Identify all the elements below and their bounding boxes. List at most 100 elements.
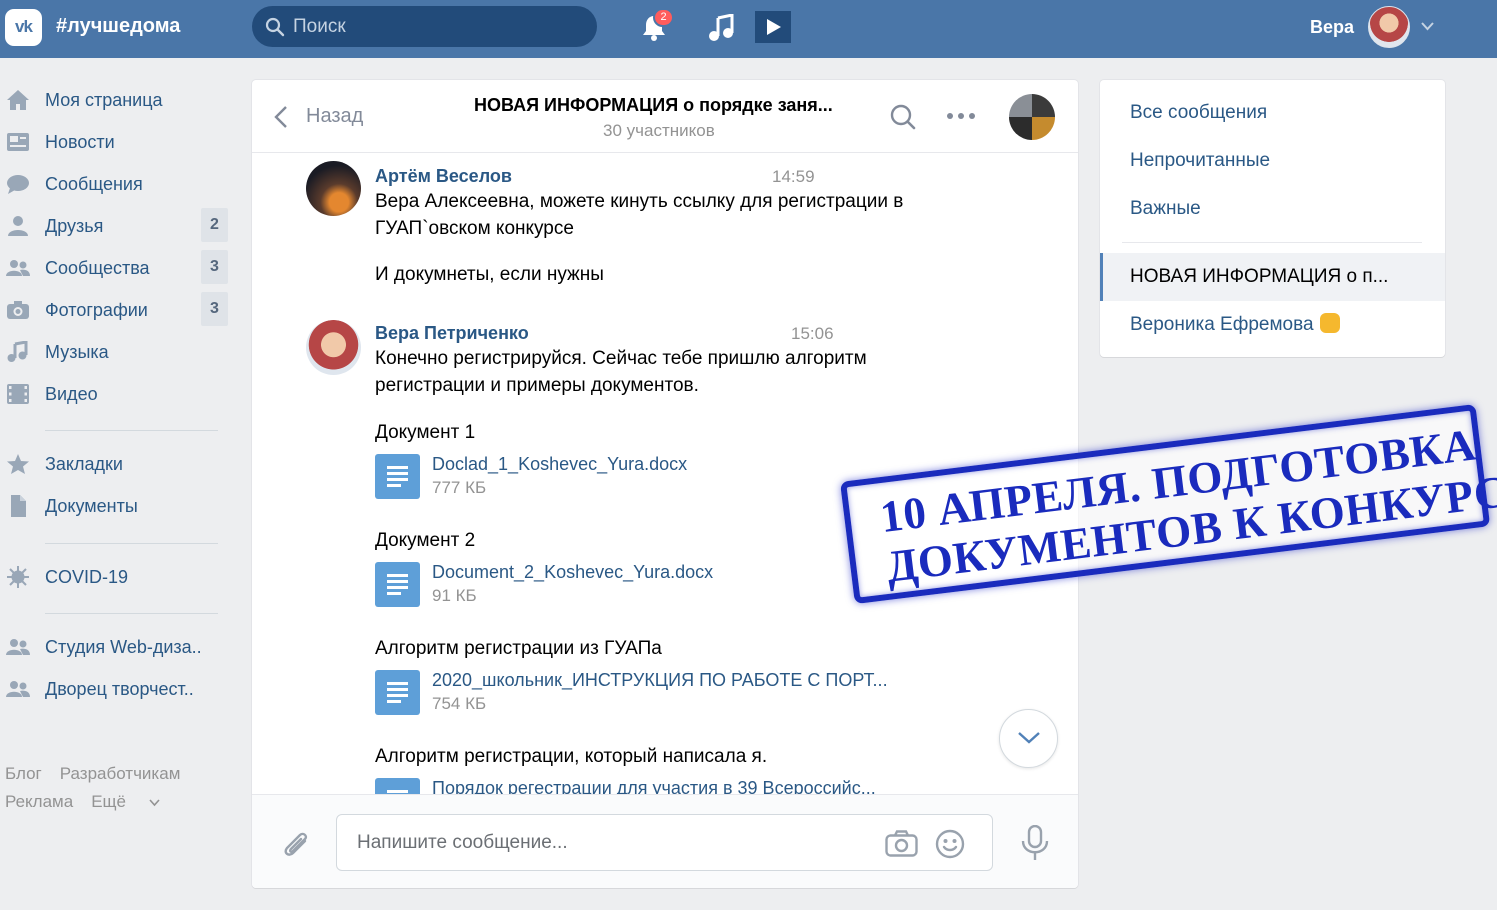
message-text: Вера Алексеевна, можете кинуть ссылку дл… — [375, 191, 904, 212]
nav-label: Музыка — [45, 342, 109, 362]
message-composer — [252, 794, 1078, 888]
camera-icon — [7, 301, 29, 319]
nav-label: Студия Web-диза.. — [45, 637, 202, 657]
groups-icon — [6, 639, 30, 655]
nav-label: Закладки — [45, 454, 123, 474]
home-icon — [7, 90, 29, 110]
nav-video[interactable]: Видео — [0, 374, 240, 414]
nav-divider — [45, 430, 218, 431]
document-link[interactable]: Порядок регестрации для участия в 39 Все… — [432, 778, 876, 794]
active-conversation-title: НОВАЯ ИНФОРМАЦИЯ о п... — [1130, 266, 1389, 287]
panel-divider — [1122, 242, 1422, 243]
emoji-icon[interactable] — [935, 829, 965, 859]
filter-all-messages[interactable]: Все сообщения — [1130, 102, 1267, 124]
message-author[interactable]: Артём Веселов — [375, 166, 512, 187]
nav-label: Дворец творчест.. — [45, 679, 194, 699]
search-icon — [265, 17, 285, 37]
back-button[interactable]: Назад — [306, 105, 363, 128]
play-icon — [767, 19, 781, 35]
nav-friends[interactable]: Друзья 2 — [0, 206, 240, 246]
message-author[interactable]: Вера Петриченко — [375, 323, 529, 344]
document-link[interactable]: Document_2_Koshevec_Yura.docx — [432, 562, 713, 583]
chevron-down-icon[interactable] — [1421, 22, 1434, 31]
conversation-name: Вероника Ефремова — [1130, 314, 1314, 335]
document-icon[interactable] — [375, 778, 420, 794]
vk-logo-text: vk — [15, 17, 33, 36]
message-text: регистрации и примеры документов. — [375, 375, 699, 396]
message-text: ГУАП`овском конкурсе — [375, 218, 574, 239]
avatar[interactable] — [306, 161, 361, 216]
attachment-caption: Документ 1 — [375, 422, 476, 443]
groups-icon — [6, 681, 30, 697]
document-icon[interactable] — [375, 670, 420, 715]
document-icon[interactable] — [375, 454, 420, 499]
attachment-caption: Документ 2 — [375, 530, 476, 551]
footer-link-developers[interactable]: Разработчикам — [60, 764, 181, 783]
footer-more-label: Ещё — [91, 792, 126, 811]
nav-covid[interactable]: COVID-19 — [0, 557, 240, 597]
more-options-icon[interactable] — [946, 112, 976, 120]
attach-icon[interactable] — [279, 826, 313, 862]
nav-community-palace[interactable]: Дворец творчест.. — [0, 669, 240, 709]
avatar[interactable] — [306, 320, 361, 375]
user-avatar[interactable] — [1368, 6, 1410, 48]
virus-icon — [7, 566, 29, 588]
notification-badge: 2 — [653, 8, 674, 27]
nav-count-badge: 3 — [201, 250, 228, 284]
search-icon[interactable] — [890, 104, 916, 130]
camera-icon[interactable] — [885, 830, 918, 857]
nav-label: Моя страница — [45, 90, 163, 110]
conversation-veronika[interactable]: Вероника Ефремова — [1130, 313, 1340, 336]
music-icon[interactable] — [708, 14, 736, 42]
nav-community-web-studio[interactable]: Студия Web-диза.. — [0, 627, 240, 667]
nav-label: Новости — [45, 132, 115, 152]
chevron-down-icon — [1018, 732, 1040, 744]
friends-icon — [8, 216, 28, 236]
nav-bookmarks[interactable]: Закладки — [0, 444, 240, 484]
message-input-box[interactable] — [336, 814, 993, 871]
nav-documents[interactable]: Документы — [0, 486, 240, 526]
message-input[interactable] — [357, 829, 857, 857]
search-input[interactable] — [293, 12, 583, 41]
chat-members-count[interactable]: 30 участников — [603, 121, 715, 141]
nav-messages[interactable]: Сообщения — [0, 164, 240, 204]
filter-unread[interactable]: Непрочитанные — [1130, 150, 1270, 172]
scroll-to-bottom-button[interactable] — [999, 709, 1058, 768]
message-time: 15:06 — [791, 324, 834, 343]
search-box[interactable] — [252, 6, 597, 47]
nav-label: Видео — [45, 384, 98, 404]
document-size: 754 КБ — [432, 694, 487, 713]
conversations-filter-panel: Все сообщения Непрочитанные Важные НОВАЯ… — [1100, 80, 1445, 357]
nav-label: Сообщения — [45, 174, 143, 194]
document-link[interactable]: 2020_школьник_ИНСТРУКЦИЯ ПО РАБОТЕ С ПОР… — [432, 670, 888, 691]
chevron-left-icon[interactable] — [274, 105, 288, 129]
chat-avatar[interactable] — [1009, 94, 1055, 140]
microphone-icon[interactable] — [1020, 825, 1050, 861]
footer-link-more[interactable]: Ещё — [91, 792, 160, 811]
nav-music[interactable]: Музыка — [0, 332, 240, 372]
document-link[interactable]: Doclad_1_Koshevec_Yura.docx — [432, 454, 687, 475]
chat-title[interactable]: НОВАЯ ИНФОРМАЦИЯ о порядке заня... — [474, 95, 833, 116]
nav-photos[interactable]: Фотографии 3 — [0, 290, 240, 330]
brand-hashtag[interactable]: #лучшедома — [56, 15, 180, 38]
filter-important[interactable]: Важные — [1130, 198, 1201, 220]
nav-groups[interactable]: Сообщества 3 — [0, 248, 240, 288]
footer-link-blog[interactable]: Блог — [5, 764, 42, 783]
nav-my-page[interactable]: Моя страница — [0, 80, 240, 120]
nav-count-badge: 2 — [201, 208, 228, 242]
vk-logo[interactable]: vk — [5, 9, 42, 46]
groups-icon — [6, 260, 30, 276]
attachment-caption: Алгоритм регистрации из ГУАПа — [375, 638, 662, 659]
nav-divider — [45, 613, 218, 614]
nav-label: Документы — [45, 496, 138, 516]
attachment-caption: Алгоритм регистрации, который написала я… — [375, 746, 768, 767]
user-name[interactable]: Вера — [1310, 17, 1354, 38]
footer-link-ads[interactable]: Реклама — [5, 792, 73, 811]
music-icon — [7, 341, 28, 362]
active-conversation[interactable]: НОВАЯ ИНФОРМАЦИЯ о п... — [1100, 253, 1445, 301]
message-time: 14:59 — [772, 167, 815, 186]
nav-news[interactable]: Новости — [0, 122, 240, 162]
video-player-button[interactable] — [755, 11, 791, 43]
document-icon[interactable] — [375, 562, 420, 607]
fist-emoji-icon — [1319, 313, 1340, 333]
